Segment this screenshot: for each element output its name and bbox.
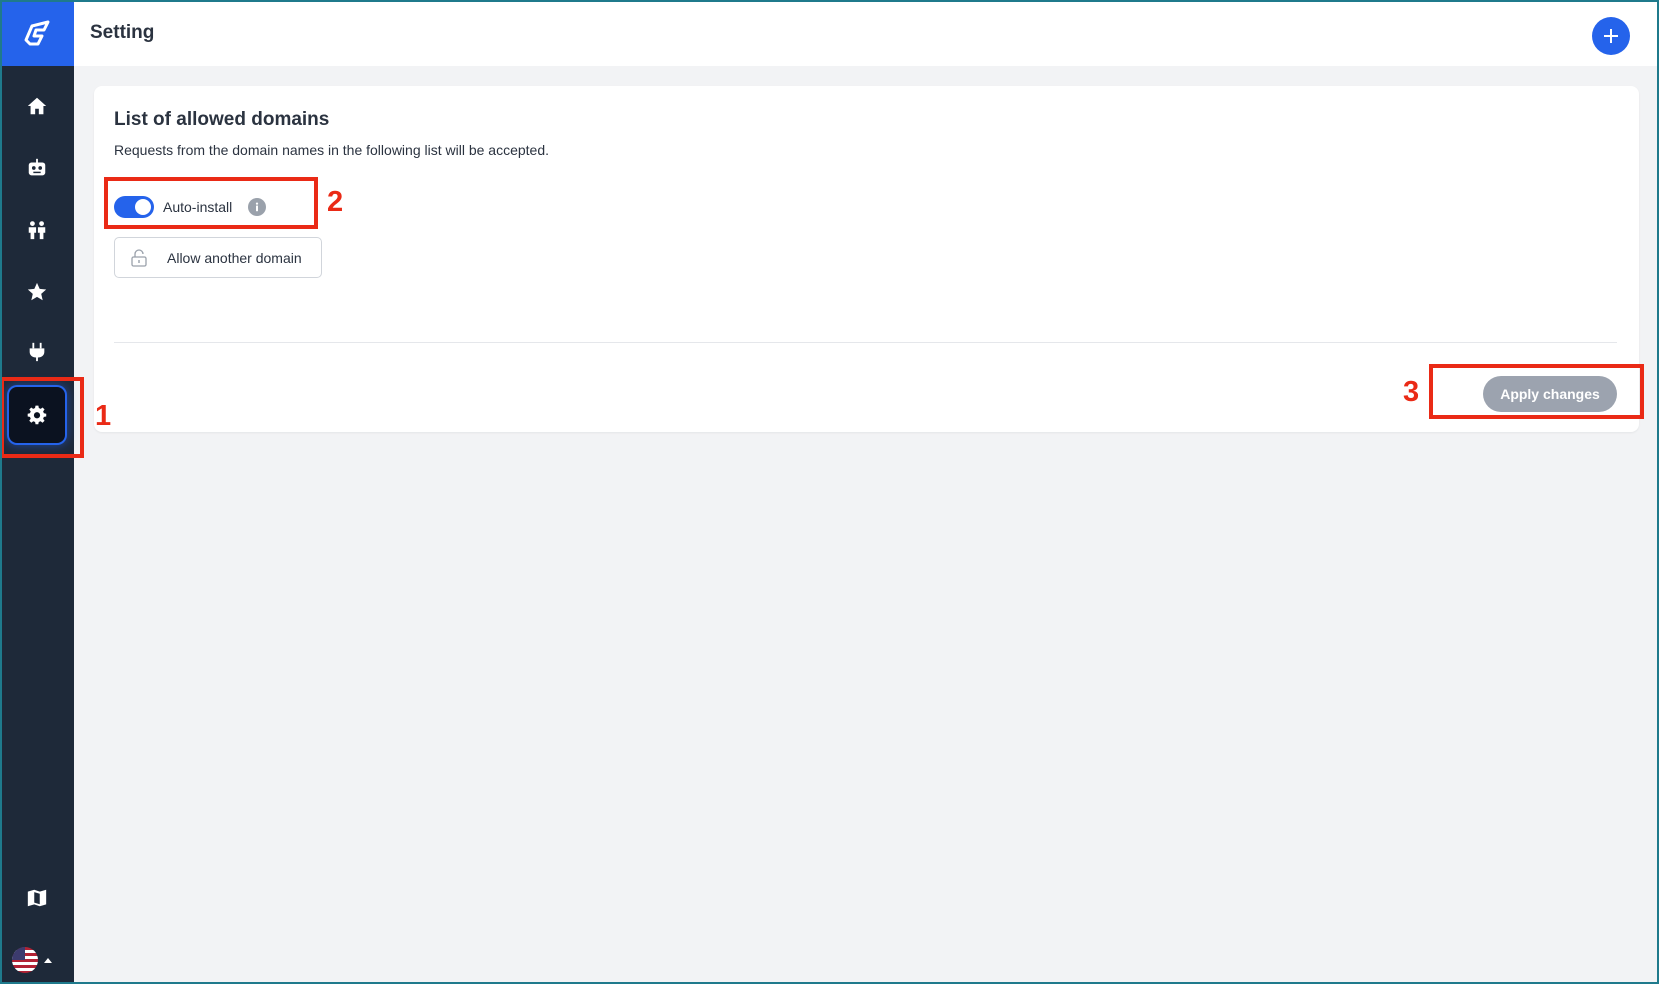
- allow-another-domain-label: Allow another domain: [167, 249, 302, 266]
- auto-install-toggle[interactable]: [114, 196, 154, 218]
- unlock-icon: [131, 248, 147, 267]
- toggle-knob: [135, 199, 151, 215]
- card-description: Requests from the domain names in the fo…: [114, 142, 549, 158]
- sidebar-item-settings[interactable]: [9, 387, 65, 443]
- logo-icon: [24, 20, 50, 46]
- top-header: Setting: [74, 0, 1659, 66]
- sidebar-item-home[interactable]: [9, 78, 65, 134]
- plug-icon: [29, 342, 45, 362]
- home-icon: [27, 97, 47, 115]
- caret-up-icon: [44, 957, 52, 963]
- annotation-number-3: 3: [1403, 376, 1420, 408]
- language-selector[interactable]: [12, 946, 62, 974]
- sidebar-item-bots[interactable]: [9, 140, 65, 196]
- annotation-number-2: 2: [327, 186, 344, 218]
- apply-changes-button[interactable]: Apply changes: [1483, 376, 1617, 412]
- add-button[interactable]: [1592, 17, 1630, 55]
- sidebar: [0, 0, 74, 984]
- robot-icon: [28, 158, 46, 176]
- plus-icon: [1604, 29, 1618, 43]
- sidebar-item-users[interactable]: [9, 202, 65, 258]
- page-title: Setting: [90, 22, 155, 43]
- sidebar-item-docs[interactable]: [9, 870, 65, 926]
- divider: [114, 342, 1617, 343]
- annotation-number-1: 1: [95, 400, 112, 432]
- us-flag-icon: [12, 947, 38, 973]
- auto-install-row: Auto-install: [114, 195, 267, 219]
- info-glyph: [256, 202, 259, 212]
- card-title: List of allowed domains: [114, 109, 330, 130]
- auto-install-label: Auto-install: [163, 199, 233, 215]
- logo[interactable]: [0, 0, 74, 66]
- allow-another-domain-button[interactable]: Allow another domain: [114, 237, 322, 278]
- info-icon[interactable]: [248, 198, 267, 216]
- star-icon: [27, 282, 47, 301]
- book-icon: [27, 889, 47, 907]
- gear-icon: [27, 405, 47, 425]
- sidebar-item-favorites[interactable]: [9, 264, 65, 320]
- sidebar-item-integrations[interactable]: [9, 324, 65, 380]
- users-icon: [28, 221, 46, 240]
